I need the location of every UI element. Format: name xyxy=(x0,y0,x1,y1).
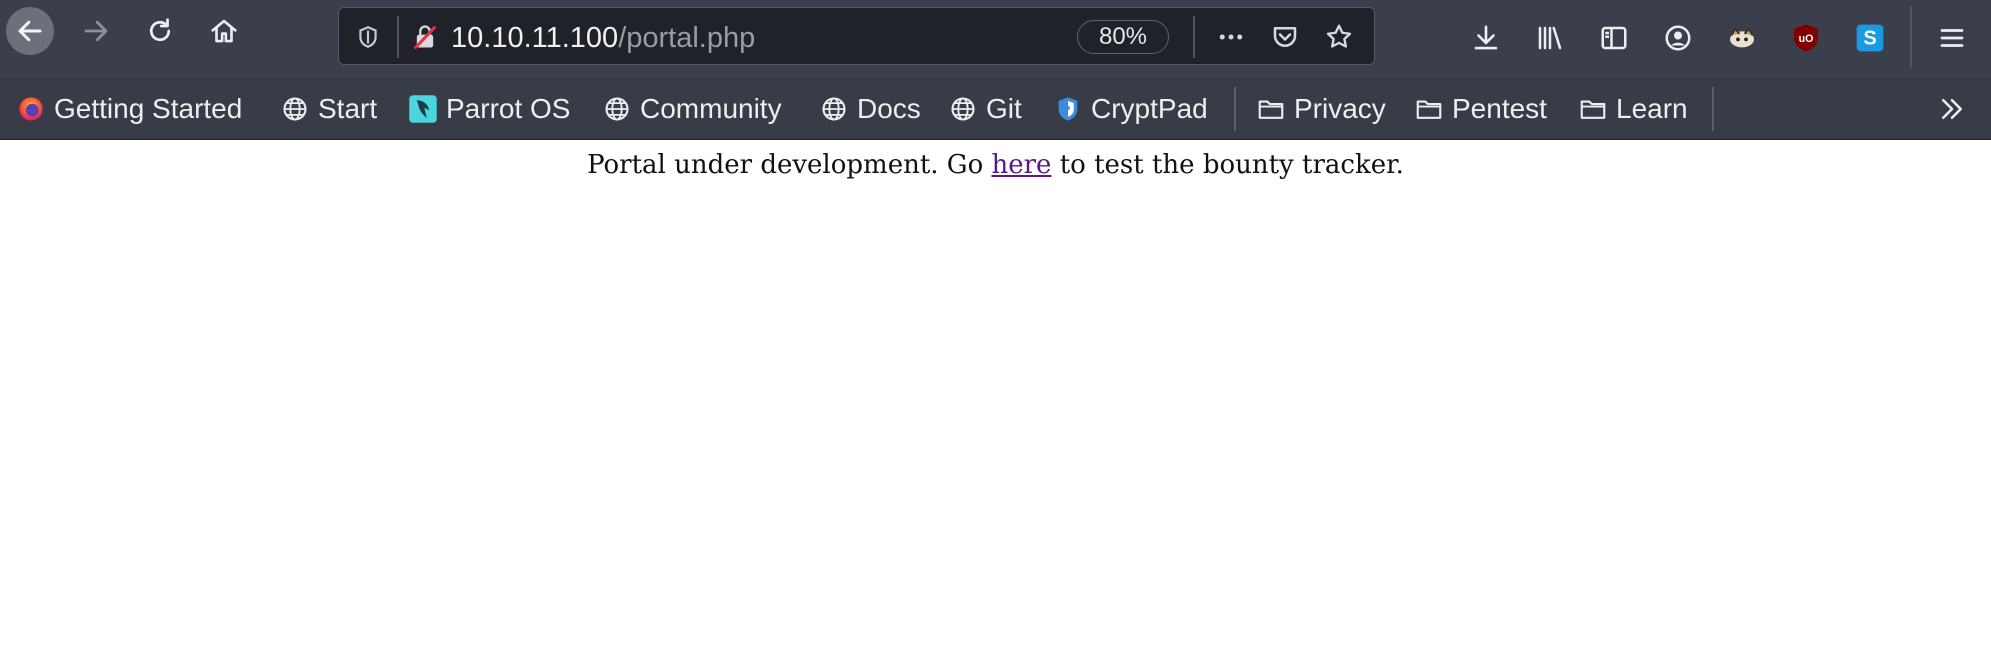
bookmark-parrot-os[interactable]: Parrot OS xyxy=(408,89,570,129)
forward-button[interactable] xyxy=(72,7,120,55)
message-text-after: to test the bounty tracker. xyxy=(1051,150,1404,180)
bookmark-label: CryptPad xyxy=(1091,93,1208,124)
bookmark-start[interactable]: Start xyxy=(280,89,377,129)
bookmark-folder-privacy[interactable]: Privacy xyxy=(1256,89,1386,129)
url-text[interactable]: 10.10.11.100/portal.php xyxy=(451,22,755,55)
arrow-left-icon xyxy=(18,20,42,42)
bookmark-docs[interactable]: Docs xyxy=(819,89,921,129)
svg-text:uO: uO xyxy=(1799,33,1814,45)
bookmark-label: Start xyxy=(318,93,378,124)
bookmark-community[interactable]: Community xyxy=(602,89,782,129)
bounty-tracker-link[interactable]: here xyxy=(992,150,1052,180)
globe-icon xyxy=(819,94,849,124)
url-path: /portal.php xyxy=(618,22,756,54)
firefox-icon xyxy=(16,94,46,124)
reload-icon xyxy=(149,18,171,42)
bookmark-git[interactable]: Git xyxy=(948,89,1022,129)
cryptpad-icon xyxy=(1053,94,1083,124)
globe-icon xyxy=(280,94,310,124)
bookmarks-toolbar: Getting Started Start Parrot OS Communit… xyxy=(0,77,1991,140)
home-icon xyxy=(211,19,237,43)
bookmark-label: Docs xyxy=(857,93,921,124)
bookmark-label: Git xyxy=(986,93,1022,124)
bookmark-cryptpad[interactable]: CryptPad xyxy=(1053,89,1208,129)
library-icon[interactable] xyxy=(1532,18,1568,58)
zoom-level-badge[interactable]: 80% xyxy=(1077,20,1169,54)
portal-message: Portal under development. Go here to tes… xyxy=(0,150,1991,180)
ublock-origin-icon[interactable]: uO xyxy=(1788,18,1824,58)
foxyproxy-extension-icon[interactable] xyxy=(1724,18,1760,58)
url-host: 10.10.11.100 xyxy=(451,22,619,54)
page-content: Portal under development. Go here to tes… xyxy=(0,140,1991,654)
bookmark-folder-pentest[interactable]: Pentest xyxy=(1414,89,1547,129)
bookmark-folder-learn[interactable]: Learn xyxy=(1578,89,1688,129)
arrow-right-icon xyxy=(84,20,108,42)
browser-toolbar: 10.10.11.100/portal.php 80% uO S xyxy=(0,0,1991,77)
parrot-icon xyxy=(408,94,438,124)
downloads-icon[interactable] xyxy=(1468,18,1504,58)
insecure-lock-icon[interactable] xyxy=(409,21,441,53)
bookmark-getting-started[interactable]: Getting Started xyxy=(16,89,242,129)
folder-icon xyxy=(1256,94,1286,124)
globe-icon xyxy=(602,94,632,124)
tracking-protection-shield-icon[interactable] xyxy=(353,22,383,52)
url-bar[interactable]: 10.10.11.100/portal.php 80% xyxy=(338,7,1375,65)
page-actions-menu-icon[interactable] xyxy=(1211,20,1251,54)
folder-icon xyxy=(1414,94,1444,124)
folder-icon xyxy=(1578,94,1608,124)
more-bookmarks-chevron-icon[interactable] xyxy=(1934,91,1970,127)
bookmark-label: Parrot OS xyxy=(446,93,571,124)
message-text-before: Portal under development. Go xyxy=(587,150,992,180)
svg-text:S: S xyxy=(1863,28,1876,50)
bookmark-label: Community xyxy=(640,93,782,124)
reload-button[interactable] xyxy=(136,7,184,55)
bookmark-star-icon[interactable] xyxy=(1321,19,1357,55)
bookmark-label: Privacy xyxy=(1294,93,1386,124)
pocket-icon[interactable] xyxy=(1267,19,1303,55)
account-icon[interactable] xyxy=(1660,18,1696,58)
globe-icon xyxy=(948,94,978,124)
home-button[interactable] xyxy=(200,7,248,55)
bookmark-label: Learn xyxy=(1616,93,1688,124)
bookmark-label: Pentest xyxy=(1452,93,1547,124)
extension-s-icon[interactable]: S xyxy=(1852,18,1888,58)
back-button[interactable] xyxy=(6,7,54,55)
sidebar-icon[interactable] xyxy=(1596,18,1632,58)
hamburger-menu-icon[interactable] xyxy=(1934,18,1970,58)
bookmark-label: Getting Started xyxy=(54,93,243,124)
